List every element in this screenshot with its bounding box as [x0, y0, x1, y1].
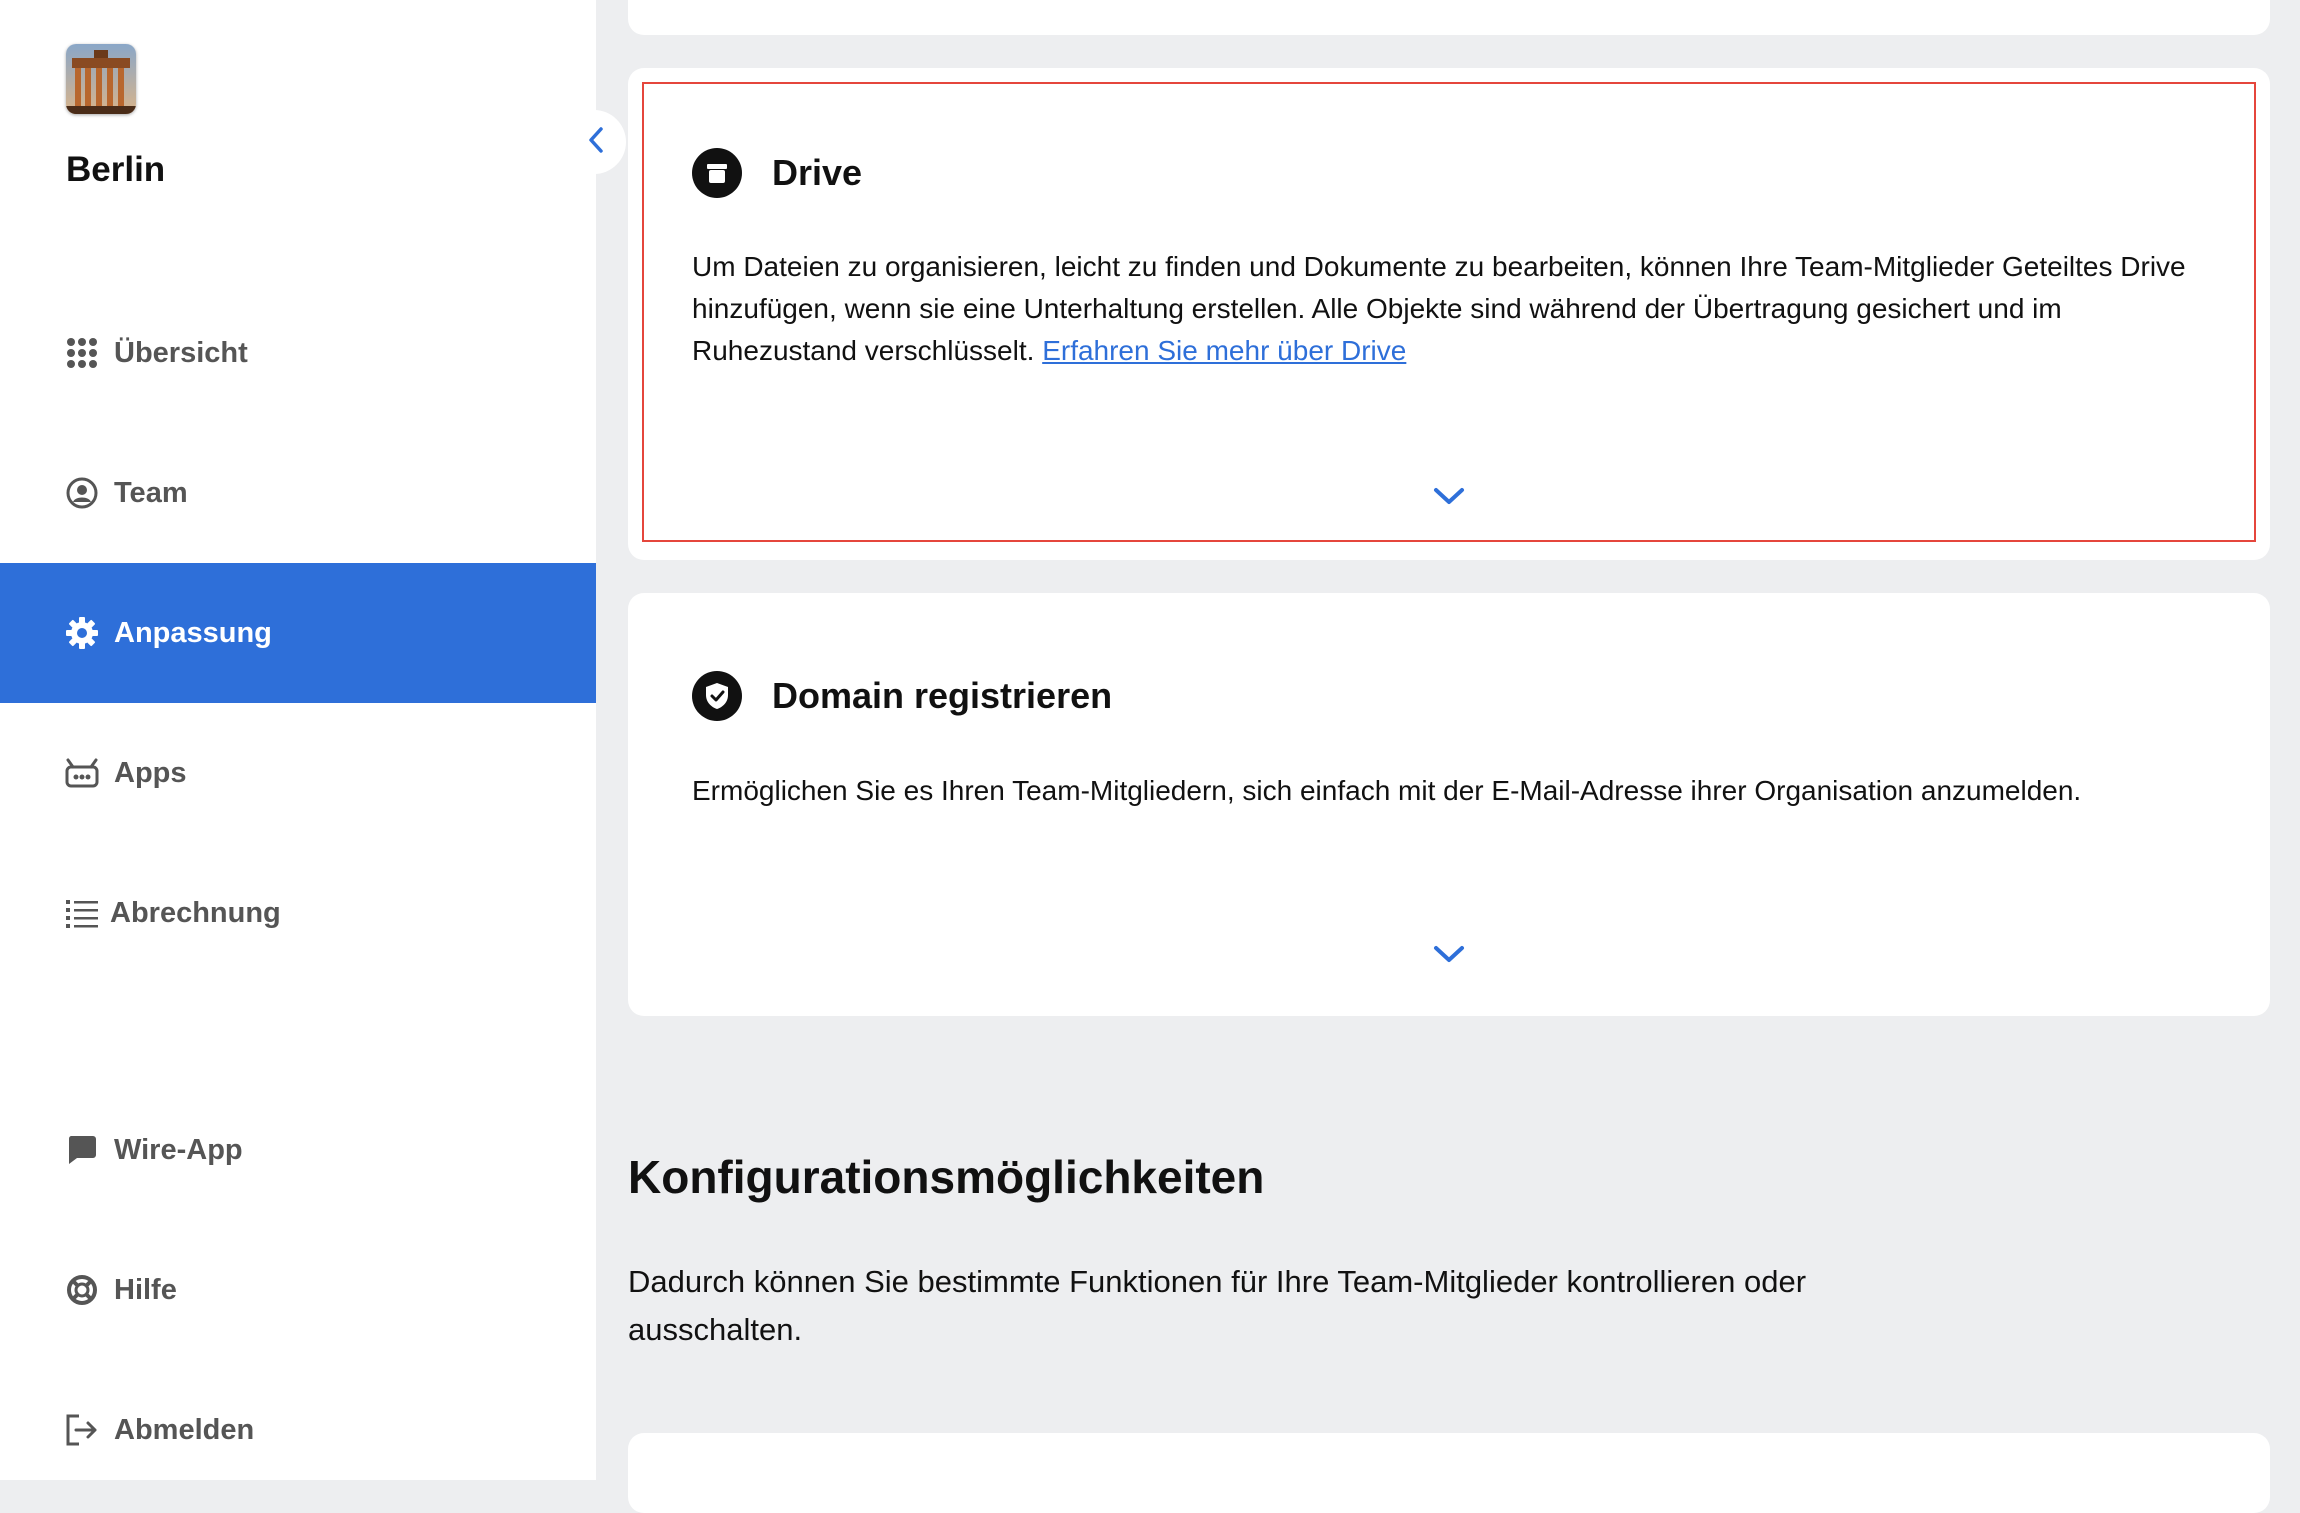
section-description: Dadurch können Sie bestimmte Funktionen …	[628, 1264, 1807, 1347]
previous-card	[628, 0, 2270, 35]
sidebar-item-uebersicht[interactable]: Übersicht	[0, 283, 596, 423]
drive-card: Drive Um Dateien zu organisieren, leicht…	[628, 68, 2270, 560]
sidebar-item-abmelden[interactable]: Abmelden	[0, 1360, 596, 1500]
list-icon	[64, 895, 100, 931]
lifebuoy-icon	[64, 1272, 100, 1308]
sidebar-item-label: Anpassung	[114, 616, 272, 649]
sidebar-item-label: Hilfe	[114, 1273, 177, 1306]
logout-icon	[64, 1412, 100, 1448]
robot-icon	[64, 755, 100, 791]
sidebar-item-abrechnung[interactable]: Abrechnung	[0, 843, 596, 983]
expand-drive-button[interactable]	[1431, 484, 1467, 508]
sidebar: Berlin Übersicht Team Anpassung Apps Abr…	[0, 0, 596, 1480]
sidebar-item-team[interactable]: Team	[0, 423, 596, 563]
team-name: Berlin	[66, 150, 166, 189]
card-header: Drive	[692, 148, 862, 198]
expand-domain-button[interactable]	[1431, 942, 1467, 966]
next-card	[628, 1433, 2270, 1513]
sidebar-item-label: Team	[114, 476, 188, 509]
archive-box-icon	[692, 148, 742, 198]
learn-more-drive-link[interactable]: Erfahren Sie mehr über Drive	[1042, 335, 1406, 366]
user-circle-icon	[64, 475, 100, 511]
chevron-down-icon	[1431, 488, 1467, 512]
gear-icon	[64, 615, 100, 651]
card-header: Domain registrieren	[692, 671, 1112, 721]
drive-description-text: Um Dateien zu organisieren, leicht zu fi…	[692, 251, 2186, 366]
sidebar-item-label: Übersicht	[114, 336, 248, 369]
sidebar-item-wire-app[interactable]: Wire-App	[0, 1080, 596, 1220]
chevron-left-icon	[586, 126, 606, 159]
sidebar-item-label: Abrechnung	[110, 896, 281, 929]
sidebar-item-label: Wire-App	[114, 1133, 243, 1166]
sidebar-item-anpassung[interactable]: Anpassung	[0, 563, 596, 703]
grid-icon	[64, 335, 100, 371]
card-title: Domain registrieren	[772, 675, 1113, 716]
team-logo	[66, 44, 136, 114]
shield-check-icon	[692, 671, 742, 721]
chevron-down-icon	[1431, 946, 1467, 970]
collapse-sidebar-button[interactable]	[566, 110, 626, 174]
sidebar-item-apps[interactable]: Apps	[0, 703, 596, 843]
sidebar-item-label: Abmelden	[114, 1413, 255, 1446]
chat-bubble-icon	[64, 1132, 100, 1168]
section-title: Konfigurationsmöglichkeiten	[628, 1151, 1265, 1203]
card-description: Um Dateien zu organisieren, leicht zu fi…	[692, 246, 2206, 372]
sidebar-item-label: Apps	[114, 756, 187, 789]
sidebar-item-hilfe[interactable]: Hilfe	[0, 1220, 596, 1360]
domain-card: Domain registrieren Ermöglichen Sie es I…	[628, 593, 2270, 1016]
card-title: Drive	[772, 152, 863, 193]
card-description: Ermöglichen Sie es Ihren Team-Mitglieder…	[692, 775, 2082, 806]
